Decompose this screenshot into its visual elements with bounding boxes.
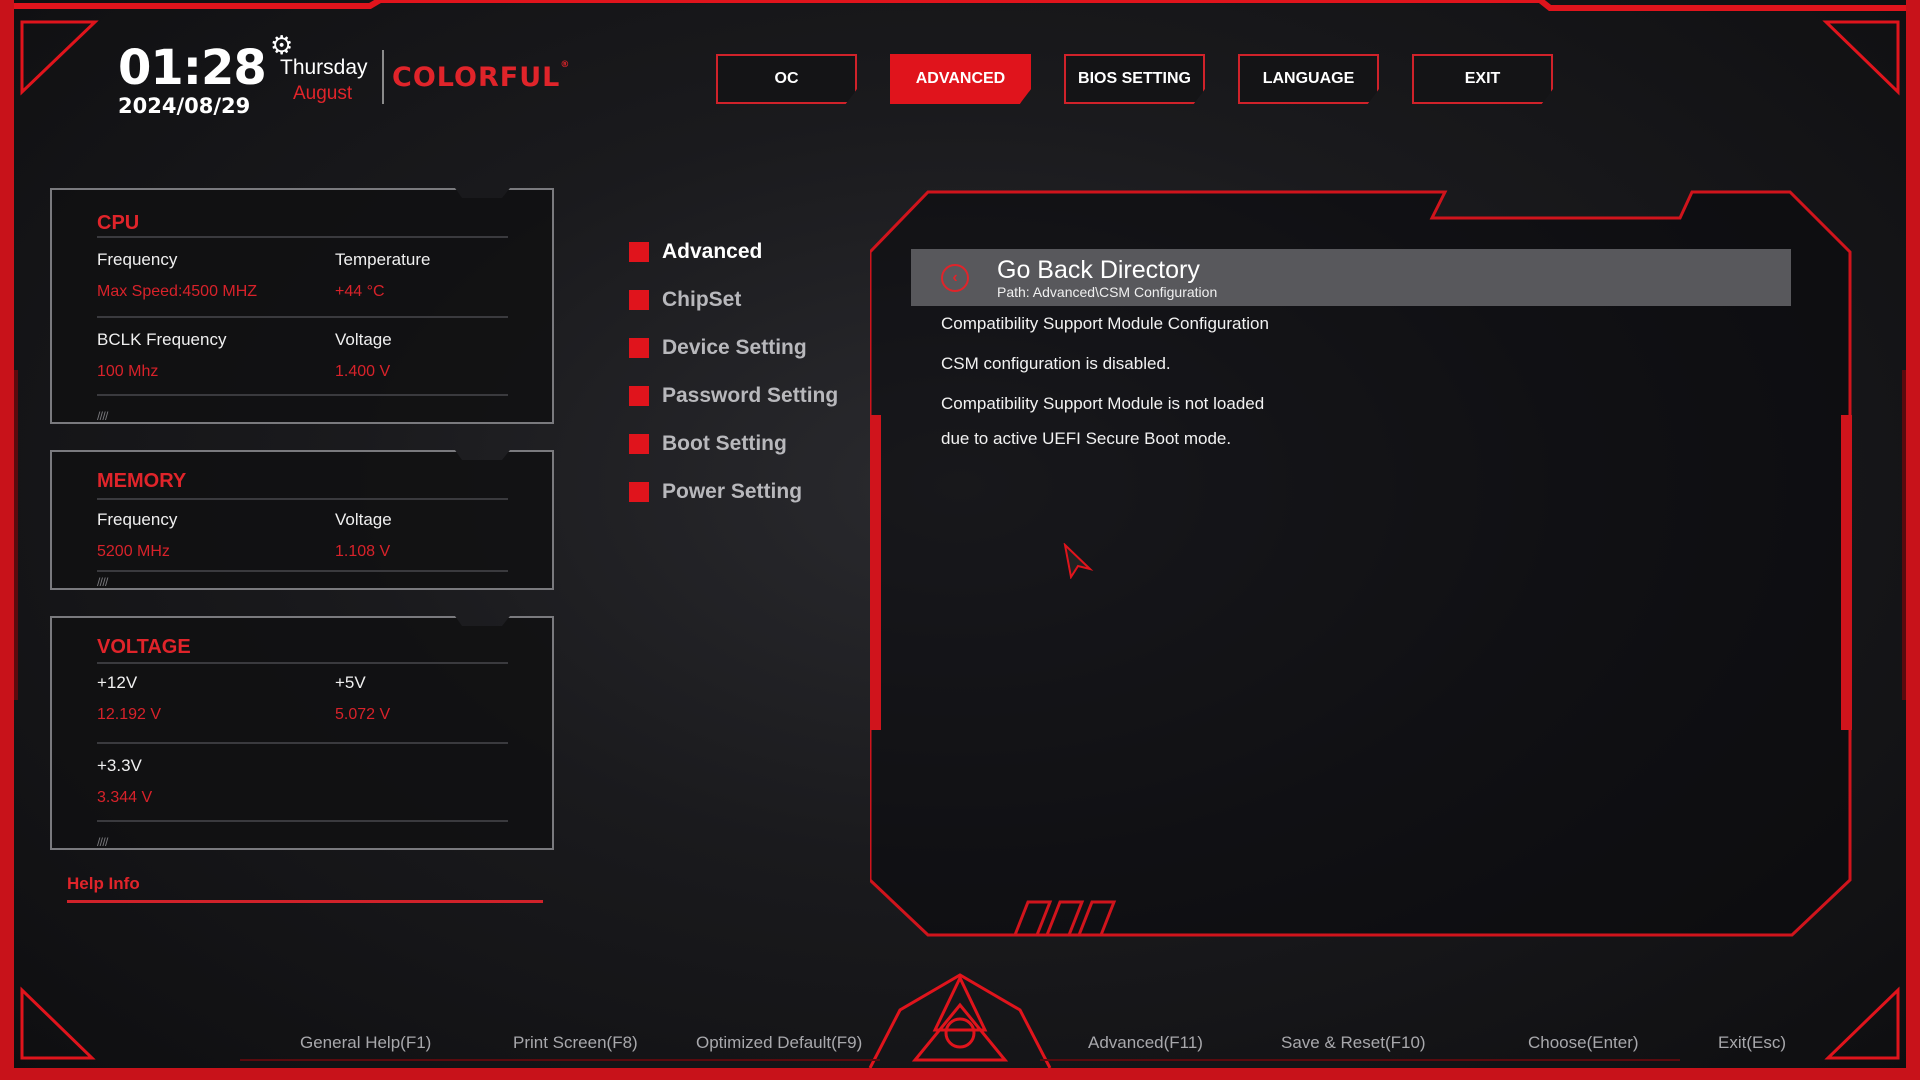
- tab-exit[interactable]: EXIT: [1412, 54, 1553, 104]
- hatch-decoration: / / / /: [97, 575, 108, 589]
- tab-oc[interactable]: OC: [716, 54, 857, 104]
- memory-panel: MEMORY Frequency 5200 MHz Voltage 1.108 …: [50, 450, 554, 590]
- cpu-bclk-label: BCLK Frequency: [97, 330, 227, 349]
- footer-exit[interactable]: Exit(Esc): [1718, 1033, 1786, 1053]
- hatch-decoration: / / / /: [97, 835, 108, 849]
- brand-text: COLORFUL: [392, 62, 561, 93]
- divider: [97, 236, 508, 238]
- cpu-bclk-value: 100 Mhz: [97, 363, 159, 380]
- cpu-frequency-value: Max Speed:4500 MHZ: [97, 283, 258, 300]
- cpu-temperature-label: Temperature: [335, 250, 431, 269]
- day-label: Thursday: [280, 56, 368, 79]
- divider: [97, 570, 508, 572]
- header-divider: [382, 50, 384, 104]
- footer-print-screen[interactable]: Print Screen(F8): [513, 1033, 638, 1053]
- advanced-menu: Advanced ChipSet Device Setting Password…: [629, 228, 838, 516]
- info-line: Compatibility Support Module is not load…: [941, 394, 1265, 413]
- help-info-underline: [67, 900, 543, 903]
- footer-general-help[interactable]: General Help(F1): [300, 1033, 431, 1053]
- v12-label: +12V: [97, 673, 138, 692]
- menu-item-label: ChipSet: [662, 288, 742, 311]
- go-back-directory[interactable]: ‹ Go Back Directory Path: Advanced\CSM C…: [911, 249, 1791, 306]
- bullet-icon: [629, 386, 649, 406]
- menu-item-power-setting[interactable]: Power Setting: [629, 468, 838, 516]
- menu-item-device-setting[interactable]: Device Setting: [629, 324, 838, 372]
- mouse-cursor-icon: [1063, 543, 1094, 579]
- divider: [97, 820, 508, 822]
- menu-item-label: Password Setting: [662, 384, 839, 407]
- breadcrumb-path: Path: Advanced\CSM Configuration: [997, 283, 1218, 300]
- bullet-icon: [629, 338, 649, 358]
- menu-item-advanced[interactable]: Advanced: [629, 228, 838, 276]
- menu-item-boot-setting[interactable]: Boot Setting: [629, 420, 838, 468]
- hatch-decoration: / / / /: [97, 409, 108, 423]
- footer-advanced[interactable]: Advanced(F11): [1088, 1033, 1203, 1053]
- back-arrow-icon[interactable]: ‹: [941, 263, 969, 292]
- voltage-title: VOLTAGE: [97, 636, 191, 658]
- cpu-frequency-label: Frequency: [97, 250, 178, 269]
- footer-save-reset[interactable]: Save & Reset(F10): [1281, 1033, 1426, 1053]
- month-label: August: [293, 83, 353, 104]
- memory-voltage-label: Voltage: [335, 510, 392, 529]
- memory-frequency-value: 5200 MHz: [97, 543, 170, 560]
- tab-advanced[interactable]: ADVANCED: [890, 54, 1031, 104]
- divider: [97, 394, 508, 396]
- menu-item-label: Power Setting: [662, 480, 803, 503]
- info-line: Compatibility Support Module Configurati…: [941, 314, 1269, 333]
- memory-voltage-value: 1.108 V: [335, 543, 391, 560]
- info-line: CSM configuration is disabled.: [941, 354, 1171, 373]
- memory-frequency-label: Frequency: [97, 510, 178, 529]
- divider: [97, 498, 508, 500]
- info-line: due to active UEFI Secure Boot mode.: [941, 429, 1232, 448]
- bullet-icon: [629, 482, 649, 502]
- v5-label: +5V: [335, 673, 366, 692]
- divider: [97, 316, 508, 318]
- v33-label: +3.3V: [97, 756, 142, 775]
- tab-language[interactable]: LANGUAGE: [1238, 54, 1379, 104]
- cpu-voltage-label: Voltage: [335, 330, 392, 349]
- menu-item-password-setting[interactable]: Password Setting: [629, 372, 838, 420]
- go-back-title: Go Back Directory: [997, 255, 1200, 284]
- bullet-icon: [629, 290, 649, 310]
- brand-registered-mark: ®: [560, 60, 571, 70]
- menu-item-label: Boot Setting: [662, 432, 787, 455]
- cpu-panel: CPU Frequency Max Speed:4500 MHZ Tempera…: [50, 188, 554, 424]
- clock-time: 01:28: [118, 40, 267, 96]
- top-nav: OC ADVANCED BIOS SETTING LANGUAGE EXIT: [716, 54, 1553, 104]
- v5-value: 5.072 V: [335, 706, 391, 723]
- v12-value: 12.192 V: [97, 706, 162, 723]
- bullet-icon: [629, 434, 649, 454]
- divider: [97, 742, 508, 744]
- cpu-temperature-value: +44 °C: [335, 283, 385, 300]
- go-back-text: Go Back Directory Path: Advanced\CSM Con…: [997, 256, 1217, 300]
- v33-value: 3.344 V: [97, 789, 153, 806]
- menu-item-label: Advanced: [662, 240, 763, 263]
- help-info-heading: Help Info: [67, 874, 140, 893]
- divider: [97, 662, 508, 664]
- brand-logo: COLORFUL®: [392, 60, 571, 93]
- voltage-panel: VOLTAGE +12V 12.192 V +5V 5.072 V +3.3V …: [50, 616, 554, 850]
- tab-bios-setting[interactable]: BIOS SETTING: [1064, 54, 1205, 104]
- cpu-voltage-value: 1.400 V: [335, 363, 391, 380]
- clock-date: 2024/08/29: [118, 94, 251, 118]
- footer-choose[interactable]: Choose(Enter): [1528, 1033, 1639, 1053]
- menu-item-label: Device Setting: [662, 336, 807, 359]
- clock: 01:28 2024/08/29: [118, 40, 267, 118]
- cpu-title: CPU: [97, 212, 140, 234]
- bullet-icon: [629, 242, 649, 262]
- menu-item-chipset[interactable]: ChipSet: [629, 276, 838, 324]
- memory-title: MEMORY: [97, 470, 187, 492]
- footer-optimized-default[interactable]: Optimized Default(F9): [696, 1033, 862, 1053]
